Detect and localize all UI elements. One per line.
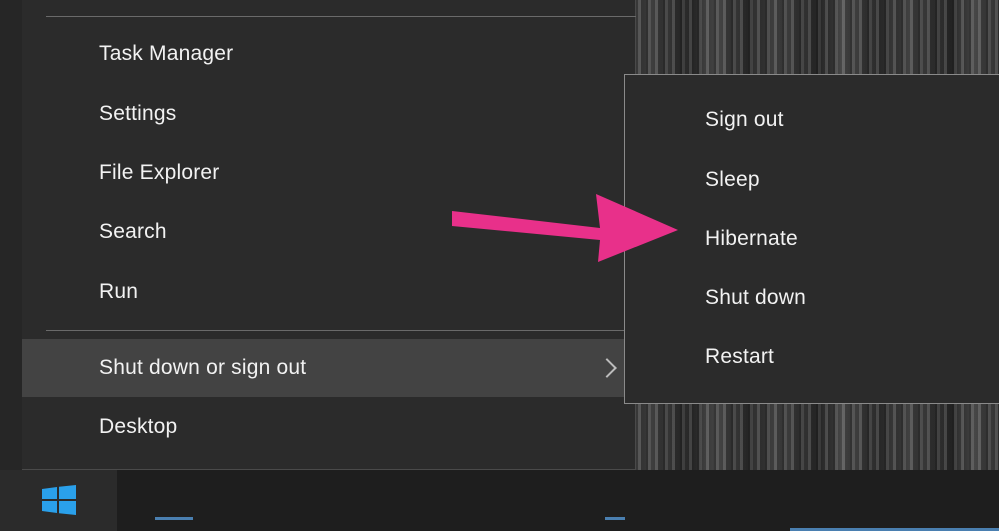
menu-item-desktop[interactable]: Desktop xyxy=(22,398,634,456)
submenu-item-label: Shut down xyxy=(705,286,807,309)
menu-item-label: Task Manager xyxy=(99,42,234,65)
submenu-item-sleep[interactable]: Sleep xyxy=(625,151,999,209)
taskbar xyxy=(0,470,999,531)
menu-item-label: Run xyxy=(99,280,139,303)
menu-separator xyxy=(46,330,636,331)
menu-item-label: Shut down or sign out xyxy=(99,356,307,379)
menu-item-task-manager[interactable]: Task Manager xyxy=(22,25,634,83)
menu-item-label: Search xyxy=(99,220,167,243)
menu-item-label: Settings xyxy=(99,102,177,125)
quick-link-menu: Task Manager Settings File Explorer Sear… xyxy=(22,0,636,470)
submenu-item-label: Sign out xyxy=(705,108,784,131)
submenu-item-label: Sleep xyxy=(705,168,760,191)
shutdown-submenu: Sign out Sleep Hibernate Shut down Resta… xyxy=(624,74,999,404)
menu-separator xyxy=(46,16,636,17)
menu-item-run[interactable]: Run xyxy=(22,263,634,321)
submenu-item-shut-down[interactable]: Shut down xyxy=(625,269,999,327)
start-button[interactable] xyxy=(0,470,117,531)
taskbar-app-indicator xyxy=(155,517,193,520)
submenu-item-restart[interactable]: Restart xyxy=(625,328,999,386)
submenu-item-sign-out[interactable]: Sign out xyxy=(625,91,999,149)
taskbar-app-indicator xyxy=(605,517,625,520)
menu-item-label: Desktop xyxy=(99,415,178,438)
menu-item-file-explorer[interactable]: File Explorer xyxy=(22,144,634,202)
menu-item-settings[interactable]: Settings xyxy=(22,85,634,143)
background-window-edge xyxy=(0,0,22,470)
menu-item-search[interactable]: Search xyxy=(22,203,634,261)
menu-item-shut-down-or-sign-out[interactable]: Shut down or sign out xyxy=(22,339,634,397)
submenu-item-label: Restart xyxy=(705,345,775,368)
windows-logo-icon xyxy=(42,485,76,515)
submenu-item-label: Hibernate xyxy=(705,227,798,250)
menu-item-label: File Explorer xyxy=(99,161,220,184)
chevron-right-icon xyxy=(597,358,617,378)
submenu-item-hibernate[interactable]: Hibernate xyxy=(625,210,999,268)
